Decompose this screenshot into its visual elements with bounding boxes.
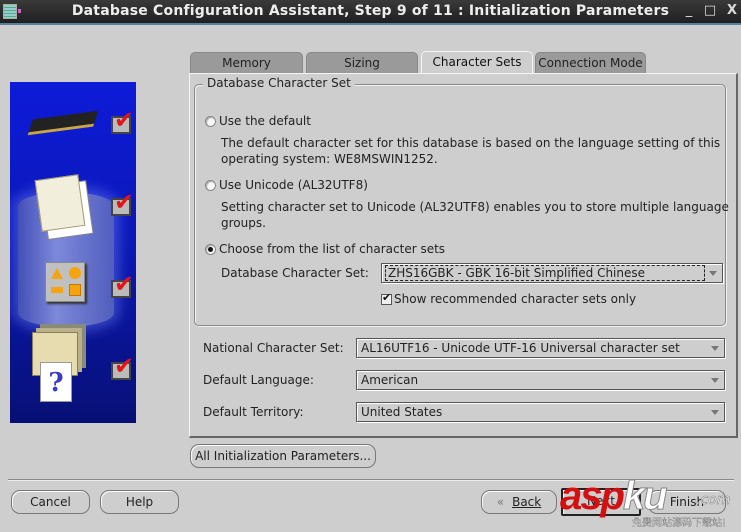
radio-label: Choose from the list of character sets [219,242,446,256]
default-language-label: Default Language: [203,373,314,387]
help-button[interactable]: Help [100,490,179,514]
circle-shape [69,267,81,279]
description-line: Setting character set to Unicode (AL32UT… [221,200,729,214]
database-character-set-label: Database Character Set: [221,266,369,280]
chevron-left-icon: « [496,495,505,509]
description-line: groups. [221,216,266,230]
description-line: The default character set for this datab… [221,136,721,150]
national-character-set-label: National Character Set: [203,341,344,355]
selected-value: American [361,373,419,387]
back-label: Back [512,495,542,509]
step-checkmark-icon [111,270,134,298]
checkbox[interactable] [381,291,392,305]
watermark-subtitle: 免费网站源码下载站! [632,518,727,529]
radio-use-default[interactable]: Use the default [205,114,311,128]
finish-button[interactable]: Finish [648,490,726,514]
all-initialization-parameters-button[interactable]: All Initialization Parameters... [190,444,376,468]
checkbox-label: Show recommended character sets only [394,292,637,306]
triangle-shape [51,268,63,279]
maximize-button[interactable]: □ [702,3,718,19]
radio-button[interactable] [205,115,216,127]
minimize-button[interactable]: _ [681,3,697,19]
selected-value: United States [361,405,443,419]
group-legend: Database Character Set [203,76,355,90]
window-title: Database Configuration Assistant, Step 9… [71,3,670,19]
chevron-down-icon[interactable] [709,271,717,276]
footer-divider [8,479,734,480]
show-recommended-checkbox[interactable]: Show recommended character sets only [381,291,637,306]
chevron-down-icon[interactable] [711,346,719,351]
national-character-set-select[interactable]: AL16UTF16 - Unicode UTF-16 Universal cha… [356,338,725,358]
default-language-select[interactable]: American [356,370,725,390]
bar-shape [51,287,63,293]
wizard-side-panel: ? [10,82,136,423]
documents-icon [34,174,86,232]
step-checkmark-icon [111,188,134,216]
chevron-down-icon[interactable] [711,410,719,415]
tab-character-sets[interactable]: Character Sets [421,51,533,74]
radio-button[interactable] [205,179,216,191]
chevron-down-icon[interactable] [711,378,719,383]
title-bar-border [0,23,741,25]
step-checkmark-icon [111,352,134,380]
selected-value: AL16UTF16 - Unicode UTF-16 Universal cha… [361,341,680,355]
radio-label: Use Unicode (AL32UTF8) [219,178,368,192]
step-checkmark-icon [111,106,134,134]
title-bar: Database Configuration Assistant, Step 9… [0,0,741,23]
radio-button[interactable] [205,243,216,255]
cancel-button[interactable]: Cancel [11,490,90,514]
radio-label: Use the default [219,114,311,128]
default-territory-select[interactable]: United States [356,402,725,422]
close-button[interactable]: X [724,3,740,19]
use-default-description: The default character set for this datab… [221,135,720,167]
shapes-icon [45,262,85,302]
help-document-icon: ? [40,362,72,402]
radio-use-unicode[interactable]: Use Unicode (AL32UTF8) [205,178,368,192]
next-button[interactable]: Next [561,488,641,516]
tab-connection-mode[interactable]: Connection Mode [535,52,646,73]
default-territory-label: Default Territory: [203,405,304,419]
use-unicode-description: Setting character set to Unicode (AL32UT… [221,199,729,231]
tab-sizing[interactable]: Sizing [306,52,418,73]
description-line: operating system: WE8MSWIN1252. [221,152,438,166]
box-shape [69,284,81,296]
tab-memory[interactable]: Memory [190,52,303,73]
back-button[interactable]: « Back [481,490,557,514]
database-character-set-select[interactable]: ZHS16GBK - GBK 16-bit Simplified Chinese [381,263,723,283]
selected-value: ZHS16GBK - GBK 16-bit Simplified Chinese [385,265,705,281]
radio-choose-from-list[interactable]: Choose from the list of character sets [205,242,445,256]
memory-chip-icon [27,110,99,136]
